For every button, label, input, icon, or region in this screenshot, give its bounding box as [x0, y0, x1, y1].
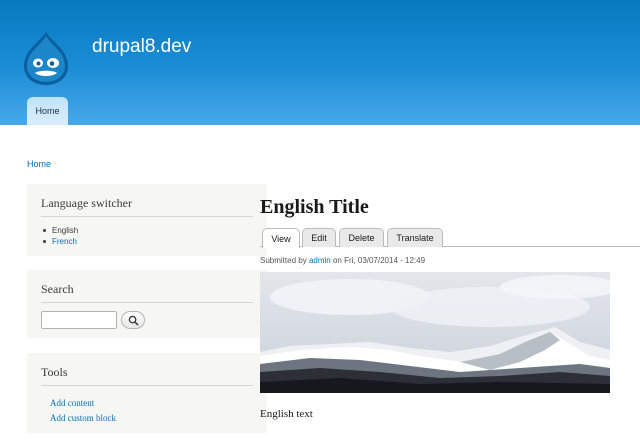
tools-link-add-custom-block[interactable]: Add custom block [50, 411, 253, 426]
local-tabs: View Edit Delete Translate [260, 225, 640, 248]
bullet-icon [43, 229, 46, 232]
search-block: Search [27, 270, 267, 338]
drupal-drop-icon[interactable] [22, 30, 70, 86]
nav-tab-home[interactable]: Home [27, 97, 68, 125]
language-switcher-block: Language switcher English French [27, 184, 267, 256]
page-title: English Title [260, 196, 369, 218]
tools-title: Tools [41, 353, 253, 386]
language-item-french[interactable]: French [43, 236, 253, 247]
language-link[interactable]: French [52, 236, 77, 247]
tools-list: Add content Add custom block [41, 386, 253, 426]
tab-translate[interactable]: Translate [387, 228, 443, 247]
submitted-line: Submitted by admin on Fri, 03/07/2014 - … [260, 256, 425, 265]
tools-block: Tools Add content Add custom block [27, 353, 267, 433]
author-link[interactable]: admin [309, 256, 331, 265]
article-body: English text [260, 408, 313, 420]
tab-view[interactable]: View [262, 228, 300, 248]
search-input[interactable] [41, 311, 117, 329]
breadcrumb-home-link[interactable]: Home [27, 159, 51, 169]
language-switcher-title: Language switcher [41, 184, 253, 217]
language-item-english: English [43, 225, 253, 236]
tab-edit[interactable]: Edit [302, 228, 336, 247]
bullet-icon [43, 240, 46, 243]
search-title: Search [41, 270, 253, 303]
language-list: English French [41, 217, 253, 247]
tools-link-add-content[interactable]: Add content [50, 396, 253, 411]
search-form [41, 303, 253, 329]
submitted-prefix: Submitted by [260, 256, 307, 265]
site-name[interactable]: drupal8.dev [92, 36, 191, 58]
tab-delete[interactable]: Delete [339, 228, 384, 247]
search-icon [128, 315, 139, 326]
submitted-date: on Fri, 03/07/2014 - 12:49 [332, 256, 426, 265]
article-image [260, 272, 610, 393]
search-button[interactable] [121, 311, 145, 329]
site-header: drupal8.dev Home [0, 0, 640, 125]
language-label: English [52, 226, 79, 235]
